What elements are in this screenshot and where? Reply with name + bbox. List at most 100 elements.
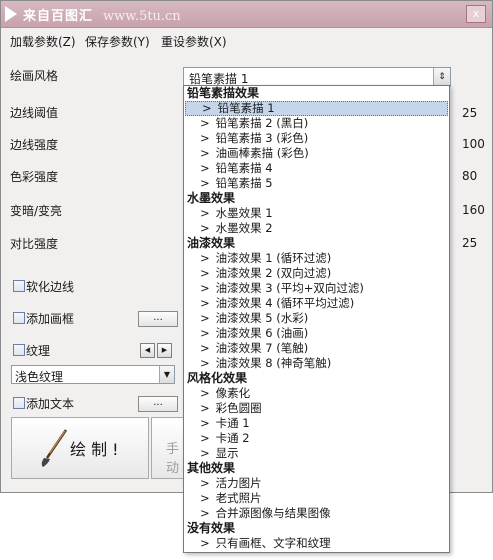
- dropdown-group-header: 铅笔素描效果: [187, 86, 260, 100]
- dropdown-option[interactable]: > 活力图片: [184, 476, 449, 491]
- dropdown-option-label: 活力图片: [215, 476, 262, 490]
- chevron-right-icon: >: [202, 101, 212, 115]
- add-frame-checkbox[interactable]: [13, 312, 25, 324]
- texture-select-value: 浅色纹理: [15, 370, 64, 384]
- dropdown-option-label: 油漆效果 3 (平均+双向过滤): [215, 281, 364, 295]
- soften-edges-label: 软化边线: [26, 280, 75, 294]
- add-frame-label: 添加画框: [26, 312, 75, 326]
- dropdown-group-header: 水墨效果: [187, 191, 236, 205]
- chevron-right-icon: >: [200, 311, 210, 325]
- chevron-right-icon: >: [200, 206, 210, 220]
- dropdown-option[interactable]: > 铅笔素描 3 (彩色): [184, 131, 449, 146]
- dropdown-option[interactable]: > 油漆效果 6 (油画): [184, 326, 449, 341]
- dropdown-option[interactable]: > 像素化: [184, 386, 449, 401]
- dropdown-option-label: 像素化: [215, 386, 251, 400]
- dropdown-option-label: 显示: [215, 446, 239, 460]
- dropdown-group-header: 没有效果: [187, 521, 236, 535]
- text-browse-button[interactable]: ...: [138, 396, 178, 412]
- slider-value-brightness: 160: [462, 203, 485, 217]
- app-icon: [5, 6, 17, 22]
- slider-value-edge-threshold: 25: [462, 106, 478, 120]
- menu-load-params[interactable]: 加载参数(Z): [10, 33, 76, 50]
- dropdown-option-label: 铅笔素描 3 (彩色): [215, 131, 309, 145]
- chevron-down-icon[interactable]: ▼: [159, 366, 174, 383]
- dropdown-option-label: 卡通 2: [215, 431, 250, 445]
- dropdown-option-label: 铅笔素描 2 (黑白): [215, 116, 309, 130]
- dropdown-option-label: 彩色圆圈: [215, 401, 262, 415]
- slider-label-brightness: 变暗/变亮: [10, 204, 63, 218]
- chevron-right-icon: >: [200, 161, 210, 175]
- dropdown-option[interactable]: > 铅笔素描 4: [184, 161, 449, 176]
- manual-button[interactable]: 手动: [151, 417, 187, 479]
- dropdown-option[interactable]: > 水墨效果 2: [184, 221, 449, 236]
- dropdown-option[interactable]: > 油漆效果 7 (笔触): [184, 341, 449, 356]
- texture-prev-icon[interactable]: ◀: [140, 343, 155, 358]
- dropdown-option[interactable]: > 油画棒素描 (彩色): [184, 146, 449, 161]
- texture-checkbox[interactable]: [13, 344, 25, 356]
- dropdown-option-label: 油画棒素描 (彩色): [215, 146, 309, 160]
- chevron-right-icon: >: [200, 491, 210, 505]
- dropdown-option-label: 老式照片: [215, 491, 262, 505]
- dropdown-option[interactable]: > 铅笔素描 1: [185, 101, 448, 116]
- draw-button-label: 绘 制 !: [70, 440, 119, 459]
- dropdown-option[interactable]: > 卡通 1: [184, 416, 449, 431]
- dropdown-option-label: 合并源图像与结果图像: [215, 506, 331, 520]
- chevron-right-icon: >: [200, 356, 210, 370]
- chevron-right-icon: >: [200, 251, 210, 265]
- close-button[interactable]: x: [466, 5, 486, 23]
- chevron-right-icon: >: [200, 506, 210, 520]
- dropdown-option[interactable]: > 铅笔素描 5: [184, 176, 449, 191]
- add-text-checkbox[interactable]: [13, 397, 25, 409]
- draw-button[interactable]: 绘 制 !: [11, 417, 149, 479]
- dropdown-option[interactable]: > 只有画框、文字和纹理: [184, 536, 449, 551]
- chevron-right-icon: >: [200, 386, 210, 400]
- chevron-right-icon: >: [200, 131, 210, 145]
- add-text-label: 添加文本: [26, 397, 75, 411]
- brush-icon: [41, 429, 68, 467]
- chevron-right-icon: >: [200, 146, 210, 160]
- chevron-right-icon: >: [200, 116, 210, 130]
- window-site: www.5tu.cn: [103, 9, 181, 24]
- chevron-right-icon: >: [200, 536, 210, 550]
- dropdown-option[interactable]: > 显示: [184, 446, 449, 461]
- dropdown-option[interactable]: > 油漆效果 1 (循环过滤): [184, 251, 449, 266]
- style-select[interactable]: 铅笔素描 1 ⇕: [183, 67, 451, 87]
- texture-select[interactable]: 浅色纹理 ▼: [11, 365, 175, 384]
- dropdown-option-label: 水墨效果 2: [215, 221, 273, 235]
- menu-bar: 加载参数(Z) 保存参数(Y) 重设参数(X): [1, 28, 492, 52]
- chevron-right-icon: >: [200, 176, 210, 190]
- window-title: 来自百图汇 www.5tu.cn: [23, 9, 181, 24]
- dropdown-option[interactable]: > 油漆效果 8 (神奇笔触): [184, 356, 449, 371]
- title-bar[interactable]: 来自百图汇 www.5tu.cn x: [1, 1, 492, 28]
- updown-icon[interactable]: ⇕: [433, 68, 450, 86]
- dropdown-option-label: 铅笔素描 1: [217, 101, 275, 115]
- dropdown-option[interactable]: > 水墨效果 1: [184, 206, 449, 221]
- dropdown-option-label: 水墨效果 1: [215, 206, 273, 220]
- style-label: 绘画风格: [10, 69, 59, 83]
- menu-reset-params[interactable]: 重设参数(X): [161, 33, 227, 50]
- slider-label-edge-threshold: 边线阈值: [10, 106, 59, 120]
- menu-save-params[interactable]: 保存参数(Y): [85, 33, 150, 50]
- soften-edges-checkbox[interactable]: [13, 280, 25, 292]
- dropdown-group-header: 油漆效果: [187, 236, 236, 250]
- dropdown-option[interactable]: > 油漆效果 5 (水彩): [184, 311, 449, 326]
- dropdown-option[interactable]: > 油漆效果 4 (循环平均过滤): [184, 296, 449, 311]
- chevron-right-icon: >: [200, 221, 210, 235]
- dropdown-option[interactable]: > 卡通 2: [184, 431, 449, 446]
- dropdown-option-label: 铅笔素描 4: [215, 161, 273, 175]
- dropdown-option[interactable]: > 油漆效果 2 (双向过滤): [184, 266, 449, 281]
- frame-browse-button[interactable]: ...: [138, 311, 178, 327]
- dropdown-option[interactable]: > 彩色圆圈: [184, 401, 449, 416]
- style-dropdown-list[interactable]: 铅笔素描效果 > 铅笔素描 1 > 铅笔素描 2 (黑白) > 铅笔素描 3 (彩色) > 油画…: [183, 85, 450, 553]
- dropdown-option[interactable]: > 合并源图像与结果图像: [184, 506, 449, 521]
- chevron-right-icon: >: [200, 341, 210, 355]
- texture-next-icon[interactable]: ▶: [157, 343, 172, 358]
- dropdown-option[interactable]: > 铅笔素描 2 (黑白): [184, 116, 449, 131]
- chevron-right-icon: >: [200, 296, 210, 310]
- dropdown-option[interactable]: > 老式照片: [184, 491, 449, 506]
- chevron-right-icon: >: [200, 281, 210, 295]
- dropdown-option-label: 只有画框、文字和纹理: [215, 536, 331, 550]
- slider-value-edge-strength: 100: [462, 137, 485, 151]
- dropdown-option-label: 油漆效果 4 (循环平均过滤): [215, 296, 355, 310]
- dropdown-option[interactable]: > 油漆效果 3 (平均+双向过滤): [184, 281, 449, 296]
